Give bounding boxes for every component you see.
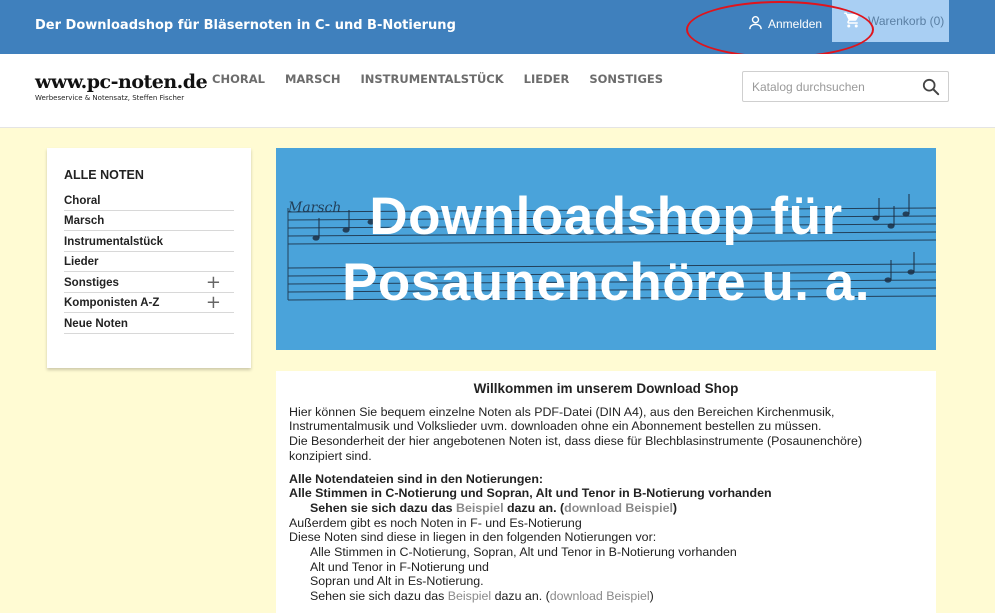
sidebar-item-label: Komponisten A-Z [64,297,160,310]
category-list: Choral Marsch Instrumentalstück Lieder S… [64,190,234,334]
expand-plus-icon[interactable]: + [206,294,221,312]
banner-line-2: Posaunenchöre u. a. [342,253,870,312]
sidebar-item-instrumentalstueck[interactable]: Instrumentalstück [64,231,234,252]
extra-notation-line: Diese Noten sind diese in liegen in den … [289,530,657,545]
banner-line-1: Downloadshop für [369,187,843,246]
example-text: ) [649,589,654,604]
sidebar-item-label: Choral [64,194,101,207]
example-text: Sehen sie sich dazu das [310,589,448,604]
logo-subtitle: Werbeservice & Notensatz, Steffen Fische… [35,94,185,102]
example-text: ) [672,500,678,515]
hero-banner: Marsch Downloadshop für Posaunenchöre u.… [276,148,936,350]
search-input[interactable] [743,72,913,101]
top-bar: Der Downloadshop für Bläsernoten in C- u… [0,0,995,58]
cart-button[interactable]: Warenkorb (0) [832,0,949,42]
notation-list-item: Sopran und Alt in Es-Notierung. [310,574,484,589]
login-label: Anmelden [768,17,823,31]
intro-line: Hier können Sie bequem einzelne Noten al… [289,404,835,419]
user-icon [748,15,763,33]
sidebar-item-komponisten[interactable]: Komponisten A-Z + [64,293,234,313]
sidebar-item-label: Sonstiges [64,276,119,289]
sidebar-item-label: Marsch [64,215,105,228]
sidebar-item-choral[interactable]: Choral [64,190,234,211]
category-sidebar: ALLE NOTEN Choral Marsch Instrumentalstü… [47,148,251,368]
example-text: dazu an. ( [491,589,550,604]
sheet-music-illustration: Marsch [287,194,936,301]
example-link[interactable]: Beispiel [448,589,491,603]
site-logo[interactable]: www.pc-noten.de Werbeservice & Notensatz… [35,71,208,102]
cart-icon [843,11,862,32]
expand-plus-icon[interactable]: + [206,273,221,292]
sidebar-item-neue-noten[interactable]: Neue Noten [64,313,234,334]
notation-line: Alle Stimmen in C-Notierung und Sopran, … [289,486,772,501]
nav-marsch[interactable]: MARSCH [285,72,341,86]
welcome-section: Willkommen im unserem Download Shop Hier… [276,371,936,613]
welcome-heading: Willkommen im unserem Download Shop [473,381,739,396]
login-link[interactable]: Anmelden [748,15,822,33]
logo-name: www.pc-noten.de [35,71,208,93]
sidebar-item-label: Instrumentalstück [64,235,164,248]
example-text: Sehen sie sich dazu das [310,500,456,515]
notation-heading: Alle Notendateien sind in den Notierunge… [289,471,544,486]
nav-sonstiges[interactable]: SONSTIGES [589,72,663,86]
nav-choral[interactable]: CHORAL [212,72,265,86]
sidebar-item-lieder[interactable]: Lieder [64,252,234,272]
search-icon[interactable] [922,78,940,101]
extra-notation-line: Außerdem gibt es noch Noten in F- und Es… [289,515,582,530]
notation-list-item: Alle Stimmen in C-Notierung, Sopran, Alt… [310,545,737,560]
main-nav: CHORAL MARSCH INSTRUMENTALSTÜCK LIEDER S… [212,72,663,86]
example-link[interactable]: Beispiel [456,501,504,515]
search-box [742,71,949,102]
download-example-link[interactable]: download Beispiel [564,501,673,515]
nav-instrumentalstueck[interactable]: INSTRUMENTALSTÜCK [360,72,503,86]
sidebar-item-label: Neue Noten [64,317,128,330]
sidebar-item-marsch[interactable]: Marsch [64,211,234,231]
sidebar-item-sonstiges[interactable]: Sonstiges + [64,272,234,293]
intro-line: Die Besonderheit der hier angebotenen No… [289,434,863,449]
nav-lieder[interactable]: LIEDER [524,72,570,86]
intro-line: Instrumentalmusik und Volkslieder uvm. d… [289,419,822,434]
cart-label: Warenkorb (0) [868,14,945,28]
sidebar-title: ALLE NOTEN [64,168,144,182]
download-example-link[interactable]: download Beispiel [550,589,650,603]
site-header: www.pc-noten.de Werbeservice & Notensatz… [0,54,995,128]
sidebar-item-label: Lieder [64,256,99,269]
example-text: dazu an. ( [503,500,565,515]
shop-tagline: Der Downloadshop für Bläsernoten in C- u… [35,18,456,33]
intro-line: konzipiert sind. [289,448,372,463]
notation-list-item: Alt und Tenor in F-Notierung und [310,559,489,574]
